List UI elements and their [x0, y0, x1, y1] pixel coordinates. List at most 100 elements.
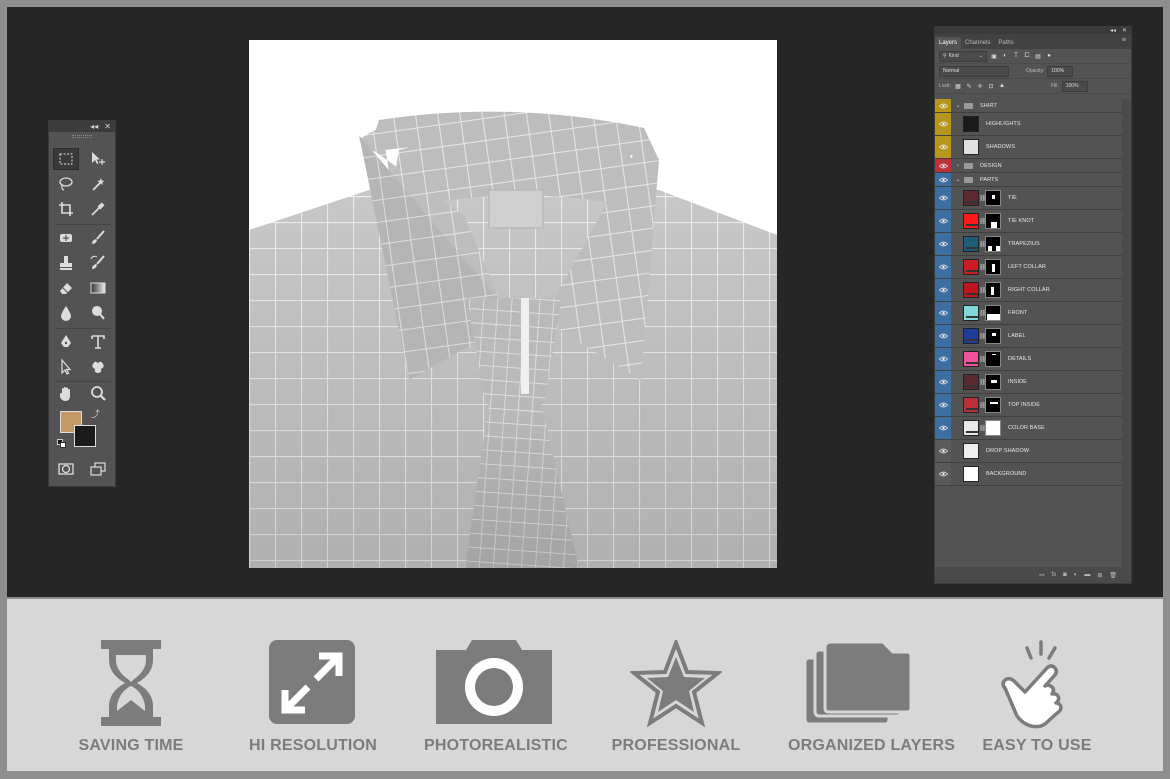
lock-position-icon[interactable]: ✛ — [976, 82, 984, 90]
layer-mask-thumbnail[interactable] — [985, 397, 1001, 413]
lock-artboard-icon[interactable]: ⊡ — [987, 82, 995, 90]
visibility-eye-icon[interactable] — [935, 159, 951, 172]
document-canvas[interactable] — [249, 40, 777, 568]
eyedropper-tool-icon[interactable] — [85, 198, 111, 220]
layer-mask-thumbnail[interactable] — [985, 420, 1001, 436]
visibility-eye-icon[interactable] — [935, 279, 951, 301]
zoom-tool-icon[interactable] — [85, 383, 111, 405]
healing-brush-tool-icon[interactable] — [53, 227, 79, 249]
opacity-input[interactable]: 100% — [1047, 65, 1074, 77]
fill-input[interactable]: 100% — [1061, 80, 1088, 92]
blur-tool-icon[interactable] — [53, 302, 79, 324]
lock-transparent-icon[interactable]: ▦ — [954, 82, 962, 90]
path-selection-tool-icon[interactable] — [53, 356, 79, 378]
marquee-tool-icon[interactable] — [53, 148, 79, 170]
chevron-right-icon[interactable]: › — [954, 163, 962, 169]
new-group-icon[interactable]: ▬ — [1084, 572, 1090, 578]
lock-all-icon[interactable]: 🔒︎ — [998, 82, 1006, 90]
layers-scrollbar[interactable] — [1122, 99, 1131, 569]
visibility-eye-icon[interactable] — [935, 394, 951, 416]
panel-menu-icon[interactable]: ≡ — [1122, 37, 1126, 44]
clone-stamp-tool-icon[interactable] — [53, 252, 79, 274]
layer-mask-thumbnail[interactable] — [985, 328, 1001, 344]
visibility-eye-icon[interactable] — [935, 136, 951, 158]
link-layers-icon[interactable]: ⚯ — [1039, 572, 1044, 579]
layer-mask-thumbnail[interactable] — [985, 190, 1001, 206]
layer-row[interactable]: ⛓︎ INSIDE — [935, 371, 1123, 394]
eraser-tool-icon[interactable] — [53, 277, 79, 299]
layer-mask-thumbnail[interactable] — [985, 305, 1001, 321]
filter-toggle-icon[interactable]: ● — [1045, 52, 1053, 60]
visibility-eye-icon[interactable] — [935, 210, 951, 232]
layer-style-icon[interactable]: fx — [1051, 572, 1056, 578]
type-tool-icon[interactable] — [85, 331, 111, 353]
swap-colors-icon[interactable]: ⤴ — [91, 407, 100, 420]
panel-grip[interactable] — [49, 132, 115, 140]
layer-row[interactable]: ⛓︎ LABEL — [935, 325, 1123, 348]
pen-tool-icon[interactable] — [53, 331, 79, 353]
crop-tool-icon[interactable] — [53, 198, 79, 220]
visibility-eye-icon[interactable] — [935, 348, 951, 370]
layer-mask-thumbnail[interactable] — [985, 282, 1001, 298]
delete-layer-icon[interactable]: 🗑︎ — [1109, 572, 1117, 579]
blend-mode-select[interactable]: Normal — [939, 65, 1009, 77]
layer-mask-thumbnail[interactable] — [985, 236, 1001, 252]
layer-row[interactable]: ⛓︎ DETAILS — [935, 348, 1123, 371]
layer-group-row[interactable]: › DESIGN — [935, 159, 1123, 173]
layer-row[interactable]: ⛓︎ TRAPEZIUS — [935, 233, 1123, 256]
visibility-eye-icon[interactable] — [935, 256, 951, 278]
filter-pixel-icon[interactable]: ▣ — [990, 52, 998, 60]
filter-shape-icon[interactable]: ⧠ — [1023, 52, 1031, 60]
layer-row[interactable]: ⛓︎ FRONT — [935, 302, 1123, 325]
gradient-tool-icon[interactable] — [85, 277, 111, 299]
magic-wand-tool-icon[interactable] — [85, 173, 111, 195]
visibility-eye-icon[interactable] — [935, 463, 951, 485]
visibility-eye-icon[interactable] — [935, 113, 951, 135]
tab-channels[interactable]: Channels — [961, 37, 994, 49]
chevron-down-icon[interactable]: ⌄ — [954, 176, 962, 183]
layer-row[interactable]: ⛓︎ TIE — [935, 187, 1123, 210]
lasso-tool-icon[interactable] — [53, 173, 79, 195]
visibility-eye-icon[interactable] — [935, 233, 951, 255]
chevron-down-icon[interactable]: ⌄ — [954, 102, 962, 109]
visibility-eye-icon[interactable] — [935, 99, 951, 112]
layer-group-row[interactable]: ⌄ PARTS — [935, 173, 1123, 187]
custom-shape-tool-icon[interactable] — [85, 356, 111, 378]
collapse-icon[interactable]: ◂◂ — [90, 122, 98, 131]
layer-row[interactable]: ⛓︎ RIGHT COLLAR — [935, 279, 1123, 302]
filter-smart-object-icon[interactable]: ▤ — [1034, 52, 1042, 60]
hand-tool-icon[interactable] — [53, 383, 79, 405]
layer-mask-thumbnail[interactable] — [985, 259, 1001, 275]
screen-mode-icon[interactable] — [85, 458, 111, 480]
add-mask-icon[interactable]: ◙ — [1063, 572, 1067, 578]
move-tool-icon[interactable] — [85, 148, 111, 170]
layer-row[interactable]: ⛓︎ TIE KNOT — [935, 210, 1123, 233]
filter-type-icon[interactable]: T — [1012, 52, 1020, 60]
layer-row[interactable]: ⛓︎ COLOR BASE — [935, 417, 1123, 440]
layer-row[interactable]: ⛓︎ TOP INSIDE — [935, 394, 1123, 417]
new-layer-icon[interactable]: ⊞ — [1097, 572, 1102, 579]
filter-adjustment-icon[interactable]: ◐ — [1001, 52, 1009, 60]
quick-mask-icon[interactable] — [53, 458, 79, 480]
layer-row[interactable]: ⛓︎ LEFT COLLAR — [935, 256, 1123, 279]
visibility-eye-icon[interactable] — [935, 302, 951, 324]
close-icon[interactable]: ✕ — [1122, 27, 1127, 34]
default-colors-icon[interactable] — [57, 439, 66, 448]
visibility-eye-icon[interactable] — [935, 187, 951, 209]
dodge-tool-icon[interactable] — [85, 302, 111, 324]
visibility-eye-icon[interactable] — [935, 371, 951, 393]
layer-mask-thumbnail[interactable] — [985, 213, 1001, 229]
lock-pixels-icon[interactable]: ✎ — [965, 82, 973, 90]
background-color-swatch[interactable] — [74, 425, 96, 447]
layer-row[interactable]: DROP SHADOW — [935, 440, 1123, 463]
layer-mask-thumbnail[interactable] — [985, 351, 1001, 367]
visibility-eye-icon[interactable] — [935, 417, 951, 439]
tab-layers[interactable]: Layers — [935, 37, 962, 49]
layer-row[interactable]: SHADOWS — [935, 136, 1123, 159]
visibility-eye-icon[interactable] — [935, 440, 951, 462]
visibility-eye-icon[interactable] — [935, 173, 951, 186]
adjustment-layer-icon[interactable]: ◐ — [1074, 572, 1078, 578]
brush-tool-icon[interactable] — [85, 227, 111, 249]
layer-row[interactable]: HIGHLIGHTS — [935, 113, 1123, 136]
visibility-eye-icon[interactable] — [935, 325, 951, 347]
